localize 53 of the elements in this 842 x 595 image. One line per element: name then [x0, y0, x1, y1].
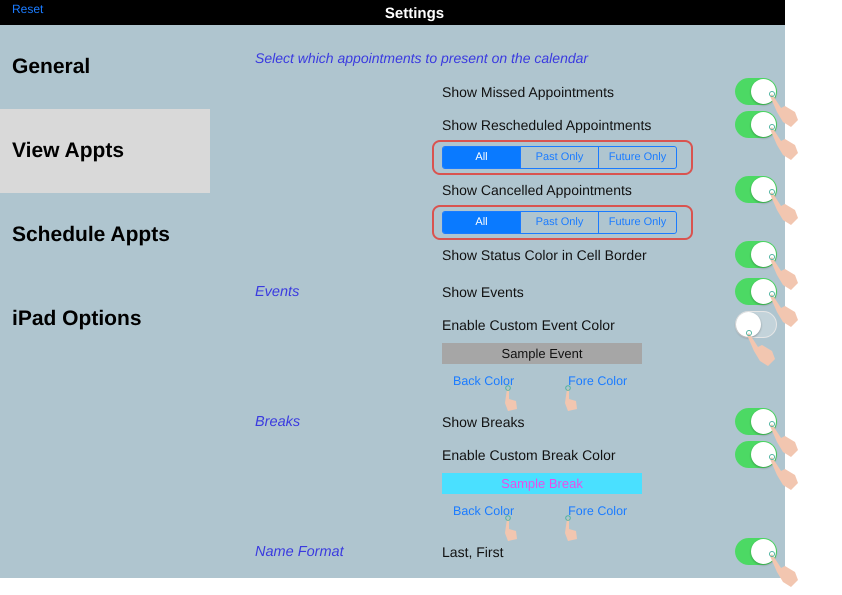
setting-label: Show Missed Appointments: [442, 84, 614, 100]
toggle-switch[interactable]: [735, 311, 777, 338]
setting-label: Show Cancelled Appointments: [442, 182, 632, 198]
hand-pointer-icon: [769, 453, 799, 491]
hand-pointer-icon: [769, 290, 799, 328]
hand-pointer-icon: [504, 515, 518, 541]
hand-pointer-icon: [769, 253, 799, 291]
setting-label: Show Rescheduled Appointments: [442, 116, 652, 132]
segment-option[interactable]: Future Only: [598, 212, 676, 232]
toggle-switch[interactable]: [735, 176, 777, 203]
setting-label: Enable Custom Event Color: [442, 316, 615, 332]
sidebar-item[interactable]: General: [0, 25, 210, 109]
segment-option[interactable]: Past Only: [520, 212, 598, 232]
sample-text: Sample Event: [502, 346, 582, 361]
window-title: Settings: [384, 4, 444, 22]
toggle-switch[interactable]: [735, 441, 777, 468]
reset-link[interactable]: Reset: [0, 0, 44, 16]
hand-pointer-icon: [769, 123, 799, 161]
hand-pointer-icon: [746, 329, 776, 367]
hand-pointer-icon: [564, 515, 578, 541]
section-label: Name Format: [255, 544, 344, 560]
setting-label: Show Breaks: [442, 414, 524, 430]
segment-option[interactable]: Past Only: [520, 146, 598, 168]
sample-text: Sample Break: [501, 476, 583, 491]
segment-option[interactable]: Future Only: [598, 146, 676, 168]
section-label: Breaks: [255, 414, 300, 430]
toggle-switch[interactable]: [735, 538, 777, 565]
segment-option[interactable]: All: [443, 146, 520, 168]
toggle-switch[interactable]: [735, 241, 777, 268]
setting-label: Last, First: [442, 544, 504, 560]
hand-pointer-icon: [769, 420, 799, 458]
section-label: Events: [255, 284, 300, 300]
color-link[interactable]: Fore Color: [568, 374, 628, 388]
toggle-switch[interactable]: [735, 408, 777, 435]
hand-pointer-icon: [769, 550, 799, 588]
setting-label: Show Status Color in Cell Border: [442, 246, 647, 262]
sidebar-item[interactable]: View Appts: [0, 109, 210, 193]
setting-label: Show Events: [442, 284, 524, 300]
hand-pointer-icon: [504, 385, 518, 411]
hand-pointer-icon: [769, 188, 799, 226]
hand-pointer-icon: [564, 385, 578, 411]
setting-label: Enable Custom Break Color: [442, 446, 616, 462]
toggle-switch[interactable]: [735, 78, 777, 105]
color-link[interactable]: Fore Color: [568, 504, 628, 518]
toggle-switch[interactable]: [735, 111, 777, 138]
color-link[interactable]: Back Color: [453, 504, 514, 518]
sidebar-item[interactable]: iPad Options: [0, 277, 210, 361]
toggle-switch[interactable]: [735, 278, 777, 305]
segment-option[interactable]: All: [443, 212, 520, 232]
sidebar-item[interactable]: Schedule Appts: [0, 193, 210, 277]
intro-text: Select which appointments to present on the calendar: [255, 50, 590, 68]
color-link[interactable]: Back Color: [453, 374, 514, 388]
hand-pointer-icon: [769, 90, 799, 128]
